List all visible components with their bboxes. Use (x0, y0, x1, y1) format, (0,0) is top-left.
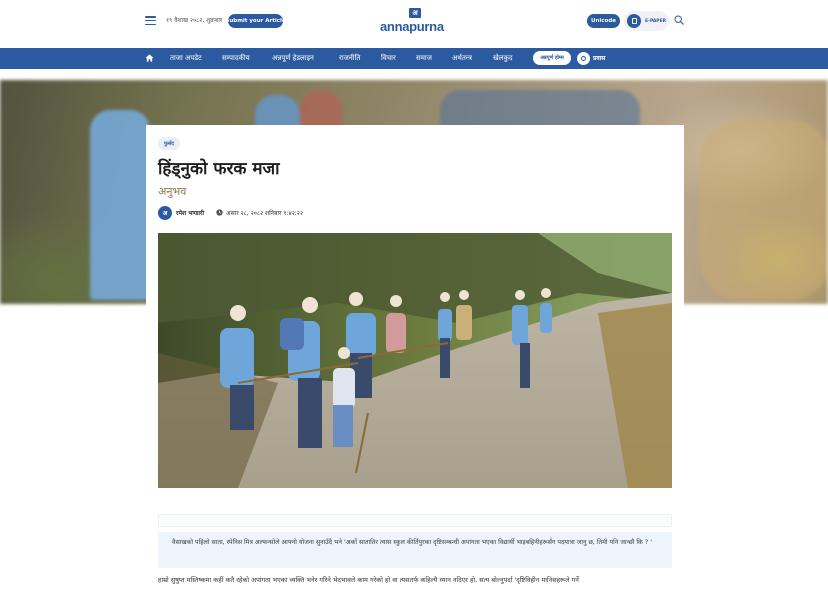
site-logo[interactable]: अ annapurna (374, 8, 456, 36)
logo-text: annapurna (380, 19, 444, 34)
search-icon[interactable] (674, 15, 684, 25)
epaper-label: E-PAPER (645, 18, 667, 24)
nav-item-latest[interactable]: ताजा अपडेट (170, 48, 202, 69)
logo-mark: अ (409, 8, 421, 18)
category-badge[interactable]: फुर्सद (158, 137, 180, 150)
nav-item-sports[interactable]: खेलकुद (493, 48, 513, 69)
unicode-button[interactable]: Unicode (587, 14, 620, 28)
article-quote: वैसाखको पहिलो साता, स्पेनिस मित्र अल्फन्… (158, 532, 672, 568)
nav-item-headline[interactable]: अन्नपूर्ण हेडलाइन (272, 48, 314, 69)
header-date: १९ वैशाख २०८२, शुक्रबार (166, 17, 223, 24)
nav-item-opinion[interactable]: विचार (381, 48, 396, 69)
article-title: हिंड्नुको फरक मजा (158, 159, 280, 179)
submit-article-button[interactable]: Submit your Article (225, 14, 286, 28)
home-icon[interactable] (145, 53, 154, 63)
nav-special-button[interactable]: अन्नपूर्ण होम्स (533, 51, 571, 65)
author-name[interactable]: रमेश भण्डारी (176, 209, 204, 217)
share-strip (158, 514, 672, 527)
nav-item-politics[interactable]: राजनीति (339, 48, 360, 69)
live-icon (577, 51, 590, 65)
main-navbar: ताजा अपडेट सम्पादकीय अन्नपूर्ण हेडलाइन र… (0, 48, 828, 69)
top-header: १९ वैशाख २०८२, शुक्रबार Submit your Arti… (0, 0, 828, 48)
article-body: हाम्रो सुषुप्त मस्तिष्कमा कहीं कतै रहेको… (158, 576, 579, 584)
article-photo (158, 233, 672, 488)
nav-live-label: प्रवास (593, 55, 606, 62)
epaper-icon (627, 14, 641, 28)
hero-figure (90, 110, 150, 300)
nav-item-economy[interactable]: अर्थतन्त्र (452, 48, 472, 69)
publish-date: असार २८, २०८२ शनिबार ९:४२:२२ (226, 210, 303, 217)
hero-figure (700, 120, 828, 300)
quote-text: वैसाखको पहिलो साता, स्पेनिस मित्र अल्फन्… (172, 539, 652, 546)
hamburger-icon[interactable] (145, 16, 156, 25)
author-avatar[interactable]: अ (158, 206, 172, 220)
clock-icon (216, 209, 223, 216)
epaper-button[interactable]: E-PAPER (624, 11, 669, 31)
article-subtitle: अनुभव (158, 185, 187, 198)
nav-live-button[interactable]: प्रवास (577, 51, 605, 65)
nav-item-editorial[interactable]: सम्पादकीय (222, 48, 250, 69)
nav-item-society[interactable]: समाज (416, 48, 432, 69)
